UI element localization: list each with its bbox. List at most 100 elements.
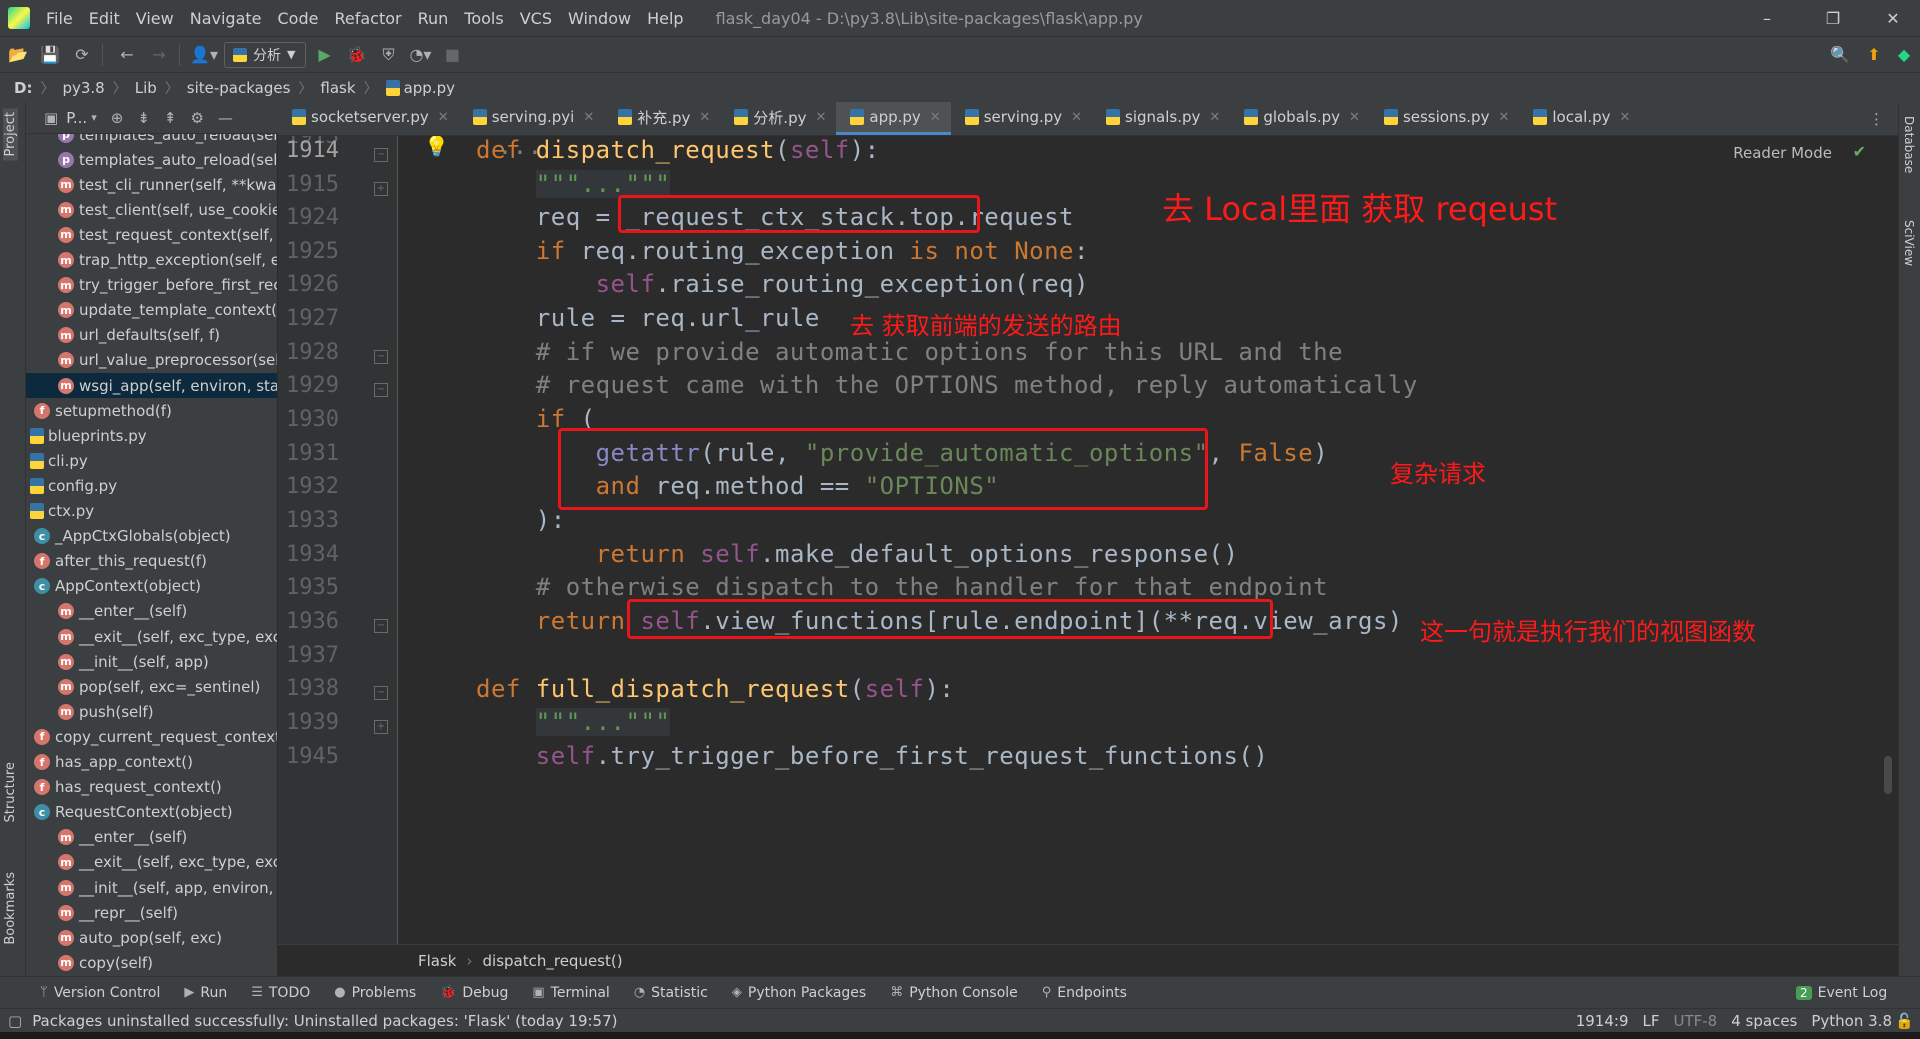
project-tree-item[interactable]: m __exit__(self, exc_type, exc_ — [26, 850, 277, 875]
editor-tab[interactable]: 分析.py ✕ — [720, 102, 836, 135]
run-tool[interactable]: ▶ Run — [184, 985, 227, 1001]
project-tree-item[interactable]: c _AppCtxGlobals(object) — [26, 524, 277, 549]
restore-button[interactable]: ❐ — [1810, 0, 1856, 36]
fold-marker-icon[interactable]: − — [374, 686, 388, 700]
debug-tool[interactable]: 🐞 Debug — [440, 985, 508, 1001]
project-tree-item[interactable]: f has_app_context() — [26, 750, 277, 775]
project-tree-item[interactable]: f after_this_request(f) — [26, 549, 277, 574]
close-tab-icon[interactable]: ✕ — [583, 110, 594, 125]
editor-tab[interactable]: serving.pyi ✕ — [459, 102, 605, 135]
terminal-tool[interactable]: ▣ Terminal — [532, 985, 609, 1001]
chevron-down-icon[interactable]: ▾ — [91, 111, 97, 124]
breadcrumb-app-py[interactable]: app.py — [404, 79, 455, 97]
bookmarks-tool-button[interactable]: Bookmarks — [3, 872, 18, 945]
jetbrains-icon[interactable]: ◆ — [1890, 41, 1918, 69]
collapse-all-icon[interactable]: ⇞ — [164, 109, 177, 127]
menu-code[interactable]: Code — [270, 9, 327, 28]
fold-marker-icon[interactable]: − — [374, 383, 388, 397]
fold-marker-icon[interactable]: − — [374, 619, 388, 633]
project-tree-item[interactable]: m push(self) — [26, 699, 277, 724]
structure-tool-button[interactable]: Structure — [3, 762, 18, 822]
reader-mode-button[interactable]: Reader Mode — [1733, 144, 1832, 162]
status-message[interactable]: Packages uninstalled successfully: Unins… — [32, 1012, 617, 1030]
project-tree-item[interactable]: p templates_auto_reload(self — [26, 147, 277, 172]
coverage-icon[interactable]: ⛨ — [374, 41, 402, 69]
python-interpreter[interactable]: Python 3.8 — [1811, 1012, 1892, 1030]
close-tab-icon[interactable]: ✕ — [815, 110, 826, 125]
menu-file[interactable]: File — [38, 9, 81, 28]
editor-tab[interactable]: globals.py ✕ — [1230, 102, 1370, 135]
python-console-tool[interactable]: ⌘ Python Console — [890, 985, 1018, 1001]
fold-marker-icon[interactable]: − — [374, 350, 388, 364]
close-tab-icon[interactable]: ✕ — [930, 110, 941, 125]
stop-icon[interactable]: ■ — [438, 41, 466, 69]
back-arrow-icon[interactable]: ← — [113, 41, 141, 69]
file-encoding[interactable]: UTF-8 — [1674, 1012, 1718, 1030]
project-tree-item[interactable]: f setupmethod(f) — [26, 398, 277, 423]
project-tree-item[interactable]: m try_trigger_before_first_rec — [26, 273, 277, 298]
endpoints-tool[interactable]: ⚲ Endpoints — [1042, 985, 1127, 1001]
project-tree-item[interactable]: m copy(self) — [26, 950, 277, 975]
project-view-select[interactable]: P... — [66, 109, 87, 127]
toggle-tool-windows-icon[interactable]: ▢ — [8, 1012, 22, 1030]
expand-all-icon[interactable]: ⇟ — [137, 109, 150, 127]
project-tree-item[interactable]: m auto_pop(self, exc) — [26, 925, 277, 950]
project-tree-item[interactable]: c AppContext(object) — [26, 574, 277, 599]
version-control-tool[interactable]: ᛘ Version Control — [40, 985, 160, 1001]
project-tree-item[interactable]: m __repr__(self) — [26, 900, 277, 925]
project-tree-item[interactable]: m __init__(self, app, environ, re — [26, 875, 277, 900]
menu-window[interactable]: Window — [560, 9, 639, 28]
menu-vcs[interactable]: VCS — [512, 9, 560, 28]
editor-scrollbar-thumb[interactable] — [1884, 756, 1892, 794]
database-tool-button[interactable]: Database — [1902, 116, 1916, 173]
editor-tab[interactable]: socketserver.py ✕ — [278, 102, 459, 135]
search-icon[interactable]: 🔍 — [1826, 41, 1854, 69]
project-tree-item[interactable]: m __enter__(self) — [26, 825, 277, 850]
project-tool-button[interactable]: Project — [3, 108, 18, 161]
fold-marker-icon[interactable]: − — [374, 148, 388, 162]
hide-icon[interactable]: — — [218, 109, 233, 127]
editor-tab[interactable]: serving.py ✕ — [951, 102, 1092, 135]
breadcrumb-lib[interactable]: Lib — [135, 79, 157, 97]
project-tree-item[interactable]: m test_request_context(self, * — [26, 222, 277, 247]
statistic-tool[interactable]: ◔ Statistic — [634, 985, 708, 1001]
line-separator[interactable]: LF — [1643, 1012, 1660, 1030]
project-tree-item[interactable]: config.py — [26, 473, 277, 498]
close-tab-icon[interactable]: ✕ — [699, 110, 710, 125]
project-tree-item[interactable]: m url_value_preprocessor(self — [26, 348, 277, 373]
gear-icon[interactable]: ⚙ — [190, 109, 203, 127]
project-tree-item[interactable]: m test_client(self, use_cookies — [26, 197, 277, 222]
project-tree-item[interactable]: m __enter__(self) — [26, 599, 277, 624]
project-tree-item[interactable]: m wsgi_app(self, environ, star — [26, 373, 277, 398]
project-tree-item[interactable]: p templates_auto_reload(self — [26, 134, 277, 147]
more-tabs-icon[interactable]: ⋮ — [1855, 102, 1898, 135]
close-tab-icon[interactable]: ✕ — [1498, 110, 1509, 125]
close-tab-icon[interactable]: ✕ — [1349, 110, 1360, 125]
project-tree-item[interactable]: m test_cli_runner(self, **kwarg — [26, 172, 277, 197]
menu-help[interactable]: Help — [639, 9, 691, 28]
menu-run[interactable]: Run — [410, 9, 457, 28]
caret-position[interactable]: 1914:9 — [1576, 1012, 1629, 1030]
project-tree-item[interactable]: cli.py — [26, 448, 277, 473]
project-tree-item[interactable]: c RequestContext(object) — [26, 800, 277, 825]
run-configuration-select[interactable]: 分析 ▼ — [224, 41, 307, 68]
project-tree-item[interactable]: m pop(self, exc=_sentinel) — [26, 674, 277, 699]
debug-icon[interactable]: 🐞 — [342, 41, 370, 69]
user-icon[interactable]: 👤▾ — [190, 41, 218, 69]
fold-marker-icon[interactable]: + — [374, 720, 388, 734]
menu-edit[interactable]: Edit — [81, 9, 128, 28]
sciview-tool-button[interactable]: SciView — [1902, 220, 1916, 266]
editor-tab[interactable]: signals.py ✕ — [1092, 102, 1230, 135]
project-tree-item[interactable]: m url_defaults(self, f) — [26, 323, 277, 348]
project-tree-item[interactable]: m update_template_context(s — [26, 298, 277, 323]
editor-tab[interactable]: 补充.py ✕ — [604, 102, 720, 135]
menu-view[interactable]: View — [128, 9, 182, 28]
locate-icon[interactable]: ⊕ — [111, 109, 124, 127]
close-tab-icon[interactable]: ✕ — [438, 110, 449, 125]
close-tab-icon[interactable]: ✕ — [1071, 110, 1082, 125]
menu-navigate[interactable]: Navigate — [182, 9, 270, 28]
breadcrumb-site-packages[interactable]: site-packages — [187, 79, 291, 97]
inspection-ok-icon[interactable]: ✔ — [1853, 142, 1866, 161]
close-button[interactable]: ✕ — [1870, 0, 1916, 36]
minimize-button[interactable]: – — [1744, 0, 1790, 36]
